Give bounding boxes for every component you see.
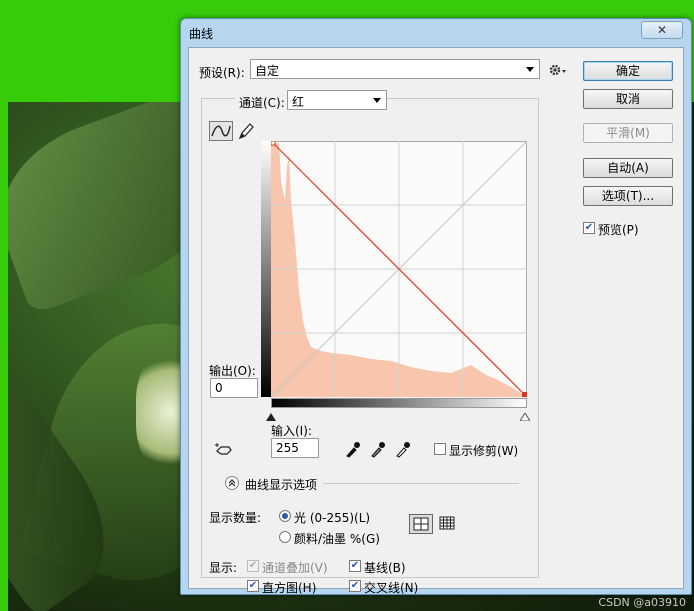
histogram-checkbox[interactable]: ✔ (247, 580, 259, 592)
detailed-grid-icon[interactable] (437, 514, 459, 534)
show-label: 显示: (209, 561, 238, 575)
chevron-down-icon (526, 67, 534, 72)
pigment-radio[interactable] (279, 531, 291, 543)
auto-button[interactable]: 自动(A) (583, 158, 673, 178)
collapse-chevron-icon[interactable] (225, 476, 239, 490)
channel-value: 红 (292, 95, 305, 109)
preset-select[interactable]: 自定 (250, 59, 540, 79)
curve-point-selected (522, 392, 527, 397)
input-label: 输入(I): (271, 424, 312, 438)
output-value: 0 (215, 381, 223, 395)
window-title: 曲线 (189, 27, 214, 41)
input-gradient (271, 398, 527, 408)
histogram-label: 直方图(H) (262, 581, 317, 595)
curve-edit-icon[interactable] (209, 121, 233, 141)
pigment-label: 颜料/油墨 %(G) (294, 532, 380, 546)
white-eyedropper-icon[interactable] (395, 440, 411, 458)
chevron-down-icon (373, 98, 381, 103)
channel-overlays-checkbox[interactable]: ✔ (247, 560, 259, 572)
intersection-label: 交叉线(N) (364, 581, 419, 595)
intersection-checkbox[interactable]: ✔ (349, 580, 361, 592)
output-field[interactable]: 0 (210, 378, 258, 398)
white-point-slider-icon[interactable] (519, 410, 531, 422)
input-field[interactable]: 255 (271, 438, 319, 458)
title-bar: 曲线 (181, 19, 691, 45)
output-gradient (261, 141, 271, 397)
black-point-slider-icon[interactable] (266, 410, 276, 421)
channel-overlays-label: 通道叠加(V) (262, 561, 328, 575)
show-clipping-label: 显示修剪(W) (449, 444, 519, 458)
preset-label: 预设(R): (199, 66, 245, 80)
simple-grid-icon[interactable] (409, 514, 433, 534)
output-label: 输出(O): (209, 364, 256, 378)
targeted-adjustment-icon[interactable] (213, 441, 235, 459)
preview-checkbox[interactable]: ✔ (583, 222, 595, 234)
ok-button[interactable]: 确定 (583, 61, 673, 81)
baseline-checkbox[interactable]: ✔ (349, 560, 361, 572)
gear-icon[interactable] (548, 62, 568, 78)
channel-label: 通道(C): (235, 94, 289, 111)
light-label: 光 (0-255)(L) (294, 511, 371, 525)
input-value: 255 (276, 441, 299, 455)
preset-value: 自定 (255, 64, 280, 78)
pencil-icon[interactable] (237, 121, 255, 141)
close-button[interactable]: ✕ (641, 21, 683, 39)
curve-point (271, 141, 276, 146)
cancel-button[interactable]: 取消 (583, 89, 673, 109)
watermark: CSDN @a03910 (598, 596, 686, 609)
gray-eyedropper-icon[interactable] (370, 440, 386, 458)
show-clipping-checkbox[interactable] (434, 443, 446, 455)
curves-dialog: 曲线 ✕ 预设(R): 自定 确定 取消 平滑(M) 自动(A) 选项(T)..… (180, 18, 692, 595)
show-amount-label: 显示数量: (209, 511, 262, 525)
preview-label: 预览(P) (598, 223, 639, 237)
display-options-header: 曲线显示选项 (245, 478, 318, 492)
baseline-label: 基线(B) (364, 561, 406, 575)
curve-graph[interactable] (271, 141, 527, 397)
dialog-client: 预设(R): 自定 确定 取消 平滑(M) 自动(A) 选项(T)... ✔ 预… (188, 47, 684, 595)
smooth-button[interactable]: 平滑(M) (583, 123, 673, 143)
divider (323, 483, 519, 484)
channel-select[interactable]: 红 (287, 90, 387, 110)
black-eyedropper-icon[interactable] (345, 440, 361, 458)
options-button[interactable]: 选项(T)... (583, 186, 673, 206)
close-icon: ✕ (656, 23, 668, 37)
light-radio[interactable] (279, 510, 291, 522)
